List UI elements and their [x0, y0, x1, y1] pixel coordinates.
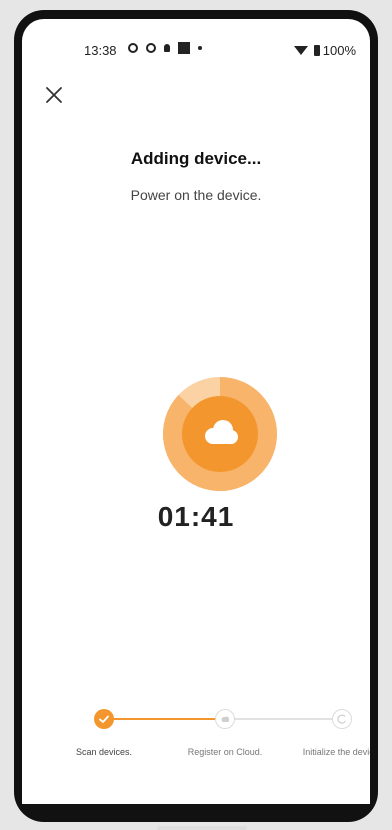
circle-notification-icon — [146, 43, 156, 53]
step-progress: Scan devices. Register on Cloud. Initial… — [22, 709, 370, 779]
status-right: 100% — [293, 43, 356, 58]
phone-frame: 13:38 100% Adding device... Power on the… — [14, 10, 378, 822]
battery-icon — [313, 45, 320, 56]
battery-percent: 100% — [322, 43, 356, 58]
step-label-scan: Scan devices. — [75, 747, 133, 757]
home-indicator[interactable] — [157, 826, 247, 830]
app-notification-icon — [128, 43, 138, 53]
progress-ring — [163, 377, 277, 491]
step-label-initialize: Initialize the device. — [302, 747, 370, 757]
page-subtitle: Power on the device. — [130, 187, 262, 203]
bell-icon — [164, 44, 170, 52]
status-time: 13:38 — [84, 43, 117, 58]
square-notification-icon — [178, 42, 190, 54]
notification-icons — [128, 42, 202, 54]
screen: 13:38 100% Adding device... Power on the… — [22, 19, 370, 804]
countdown-timer: 01:41 — [157, 501, 235, 532]
close-icon — [46, 87, 62, 103]
status-bar: 13:38 100% — [22, 19, 370, 59]
step-node-register — [215, 709, 235, 729]
cloud-icon — [221, 716, 229, 722]
step-connector-1 — [112, 718, 218, 720]
more-notifications-icon — [198, 46, 202, 50]
step-node-scan — [94, 709, 114, 729]
step-label-register: Register on Cloud. — [187, 747, 263, 757]
check-icon — [99, 715, 109, 723]
step-connector-2 — [232, 718, 340, 720]
close-button[interactable] — [42, 83, 66, 107]
cycle-icon — [337, 714, 347, 724]
wifi-icon — [293, 46, 308, 55]
step-node-initialize — [332, 709, 352, 729]
page-title: Adding device... — [130, 149, 262, 168]
